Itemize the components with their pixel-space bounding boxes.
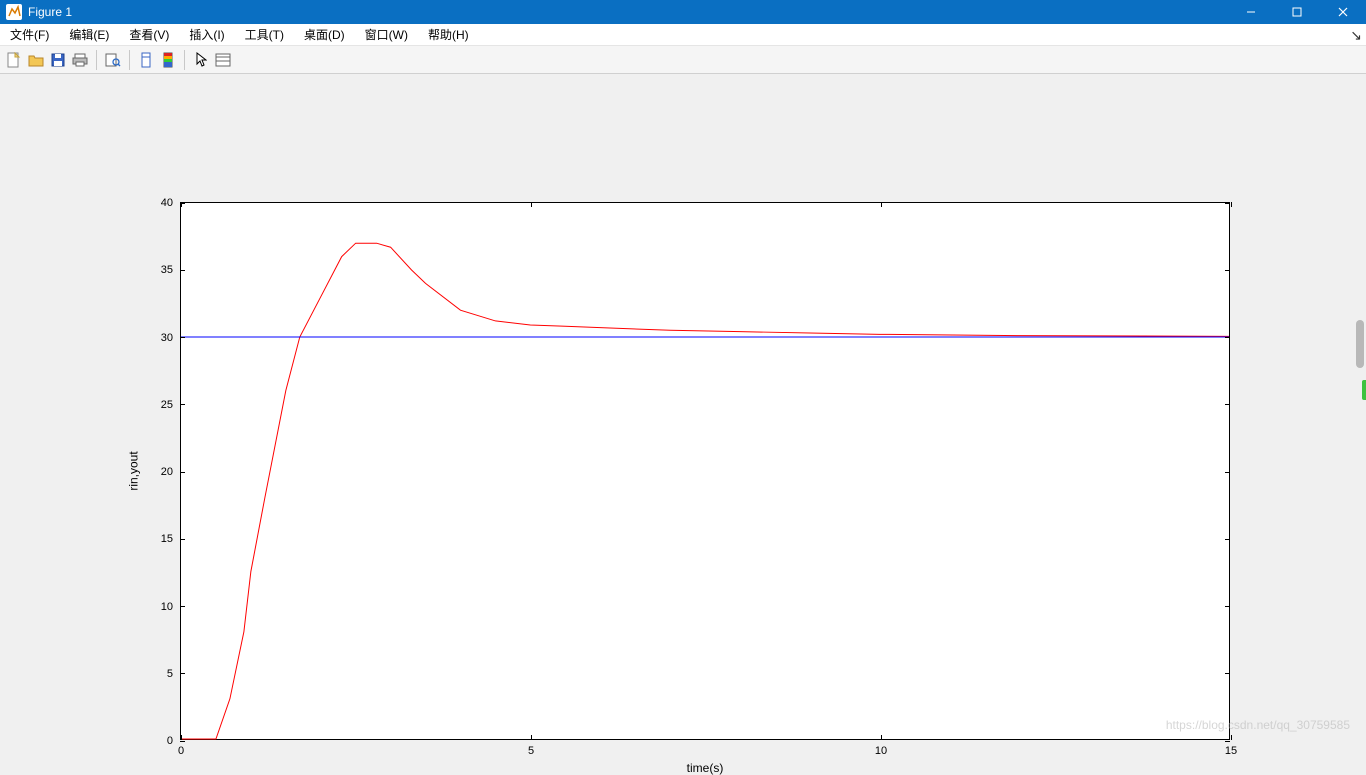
pointer-button[interactable]	[191, 50, 211, 70]
series-yout	[181, 243, 1229, 739]
x-axis-label: time(s)	[687, 761, 724, 775]
y-tick-label: 15	[161, 533, 181, 545]
y-tick-label: 5	[167, 668, 181, 680]
close-button[interactable]	[1320, 0, 1366, 24]
menu-insert[interactable]: 插入(I)	[179, 24, 234, 46]
menu-tools[interactable]: 工具(T)	[235, 24, 294, 46]
x-tick-label: 15	[1225, 739, 1237, 757]
y-tick-mark	[180, 337, 185, 338]
menu-view[interactable]: 查看(V)	[119, 24, 179, 46]
y-axis-label: rin,yout	[126, 451, 140, 490]
menu-file[interactable]: 文件(F)	[0, 24, 59, 46]
x-tick-mark	[881, 202, 882, 207]
x-tick-mark	[181, 202, 182, 207]
plot-svg	[181, 203, 1229, 739]
print-preview-button[interactable]	[103, 50, 123, 70]
y-tick-label: 30	[161, 332, 181, 344]
y-tick-mark	[180, 472, 185, 473]
print-button[interactable]	[70, 50, 90, 70]
menu-edit[interactable]: 编辑(E)	[59, 24, 119, 46]
y-tick-mark	[1225, 673, 1230, 674]
y-tick-mark	[180, 539, 185, 540]
separator	[184, 50, 185, 70]
edge-indicator	[1362, 380, 1366, 400]
y-tick-mark	[1225, 270, 1230, 271]
y-tick-mark	[180, 606, 185, 607]
y-tick-mark	[180, 673, 185, 674]
y-tick-label: 10	[161, 601, 181, 613]
menu-desktop[interactable]: 桌面(D)	[294, 24, 355, 46]
y-tick-mark	[1225, 539, 1230, 540]
scroll-thumb[interactable]	[1356, 320, 1364, 368]
maximize-button[interactable]	[1274, 0, 1320, 24]
x-tick-label: 0	[178, 739, 184, 757]
open-folder-button[interactable]	[26, 50, 46, 70]
toolbar-dropdown-icon[interactable]: ↘	[1350, 27, 1362, 44]
x-tick-mark	[1231, 202, 1232, 207]
save-button[interactable]	[48, 50, 68, 70]
link-button[interactable]	[136, 50, 156, 70]
y-tick-label: 35	[161, 264, 181, 276]
x-tick-mark	[531, 202, 532, 207]
toolbar	[0, 46, 1366, 74]
y-tick-mark	[180, 404, 185, 405]
axes[interactable]: time(s) rin,yout 0510152025303540051015	[180, 202, 1230, 740]
y-tick-mark	[1225, 203, 1230, 204]
x-tick-label: 10	[875, 739, 887, 757]
separator	[129, 50, 130, 70]
y-tick-mark	[1225, 606, 1230, 607]
menubar: 文件(F) 编辑(E) 查看(V) 插入(I) 工具(T) 桌面(D) 窗口(W…	[0, 24, 1366, 46]
data-cursor-button[interactable]	[213, 50, 233, 70]
window-controls	[1228, 0, 1366, 24]
minimize-button[interactable]	[1228, 0, 1274, 24]
matlab-app-icon	[6, 4, 22, 20]
new-file-button[interactable]	[4, 50, 24, 70]
y-tick-label: 20	[161, 466, 181, 478]
figure-area: time(s) rin,yout 0510152025303540051015 …	[0, 74, 1366, 738]
y-tick-mark	[1225, 472, 1230, 473]
separator	[96, 50, 97, 70]
x-tick-label: 5	[528, 739, 534, 757]
colorbar-button[interactable]	[158, 50, 178, 70]
titlebar: Figure 1	[0, 0, 1366, 24]
menu-help[interactable]: 帮助(H)	[418, 24, 479, 46]
window-title: Figure 1	[28, 0, 1228, 24]
y-tick-label: 25	[161, 399, 181, 411]
y-tick-mark	[180, 270, 185, 271]
y-tick-mark	[1225, 337, 1230, 338]
y-tick-label: 40	[161, 197, 181, 209]
menu-window[interactable]: 窗口(W)	[355, 24, 418, 46]
y-tick-mark	[1225, 404, 1230, 405]
